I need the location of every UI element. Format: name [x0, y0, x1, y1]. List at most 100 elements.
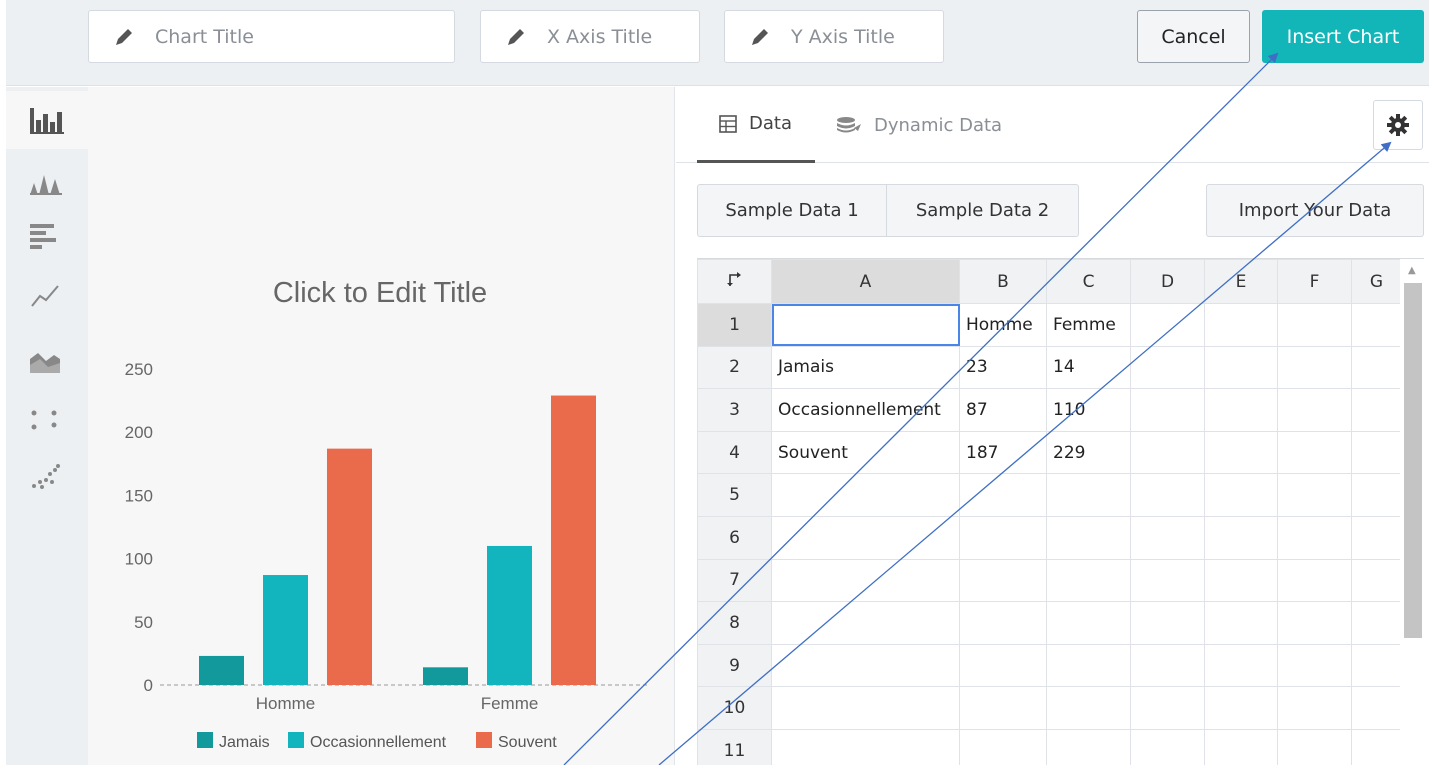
table-cell[interactable]	[1046, 686, 1131, 730]
table-cell[interactable]	[1130, 473, 1205, 517]
table-cell[interactable]	[771, 601, 960, 645]
table-cell[interactable]	[1204, 601, 1278, 645]
table-cell[interactable]	[1130, 728, 1205, 765]
table-cell[interactable]	[771, 558, 960, 603]
table-cell[interactable]: 87	[959, 388, 1047, 432]
table-cell[interactable]	[1204, 303, 1278, 347]
table-cell[interactable]: 187	[959, 430, 1047, 475]
table-cell[interactable]	[1130, 388, 1205, 432]
table-cell[interactable]	[1130, 558, 1205, 603]
table-cell[interactable]	[1277, 558, 1352, 603]
table-cell[interactable]	[959, 643, 1047, 688]
table-cell[interactable]	[771, 303, 960, 347]
table-cell[interactable]	[959, 728, 1047, 765]
vertical-scrollbar[interactable]: ▲	[1400, 259, 1424, 765]
table-cell[interactable]	[771, 728, 960, 765]
table-cell[interactable]	[1130, 686, 1205, 730]
table-cell[interactable]	[1277, 643, 1352, 688]
column-header-a[interactable]: A	[771, 259, 960, 304]
bar-occasionnellement-homme[interactable]	[263, 575, 308, 685]
table-cell[interactable]	[1277, 601, 1352, 645]
chart-title-field[interactable]	[88, 10, 455, 63]
table-cell[interactable]	[1351, 728, 1402, 765]
chart-title-input[interactable]	[155, 25, 365, 48]
table-cell[interactable]: Jamais	[771, 345, 960, 390]
column-header-g[interactable]: G	[1351, 259, 1402, 304]
transpose-corner[interactable]	[697, 259, 772, 304]
table-cell[interactable]: Souvent	[771, 430, 960, 475]
table-cell[interactable]	[959, 601, 1047, 645]
row-header[interactable]: 7	[697, 558, 772, 603]
chart-type-area[interactable]	[6, 333, 88, 391]
row-header[interactable]: 3	[697, 388, 772, 432]
x-axis-title-field[interactable]	[480, 10, 700, 63]
sample-data-2-button[interactable]: Sample Data 2	[886, 184, 1079, 237]
table-cell[interactable]	[1277, 303, 1352, 347]
table-cell[interactable]	[1277, 728, 1352, 765]
table-cell[interactable]	[1046, 473, 1131, 517]
column-header-e[interactable]: E	[1204, 259, 1278, 304]
tab-data[interactable]: Data	[697, 87, 815, 163]
bar-jamais-femme[interactable]	[423, 667, 468, 685]
table-cell[interactable]	[1204, 728, 1278, 765]
legend-label[interactable]: Souvent	[498, 734, 557, 751]
row-header[interactable]: 1	[697, 303, 772, 347]
bar-souvent-femme[interactable]	[551, 395, 596, 685]
table-cell[interactable]	[1204, 388, 1278, 432]
table-cell[interactable]	[1046, 643, 1131, 688]
y-axis-title-input[interactable]	[791, 25, 931, 48]
row-header[interactable]: 9	[697, 643, 772, 688]
table-cell[interactable]	[1130, 601, 1205, 645]
table-cell[interactable]	[1204, 686, 1278, 730]
table-cell[interactable]	[1277, 388, 1352, 432]
table-cell[interactable]	[1046, 515, 1131, 560]
table-cell[interactable]	[1351, 430, 1402, 475]
row-header[interactable]: 11	[697, 728, 772, 765]
sample-data-1-button[interactable]: Sample Data 1	[697, 184, 887, 237]
table-cell[interactable]	[771, 473, 960, 517]
scrollbar-thumb[interactable]	[1404, 283, 1422, 638]
settings-button[interactable]	[1373, 100, 1423, 150]
table-cell[interactable]	[959, 473, 1047, 517]
row-header[interactable]: 2	[697, 345, 772, 390]
insert-chart-button[interactable]: Insert Chart	[1262, 10, 1424, 63]
chart-type-triangle[interactable]	[6, 153, 88, 211]
y-axis-title-field[interactable]	[724, 10, 944, 63]
table-cell[interactable]	[1204, 515, 1278, 560]
table-cell[interactable]: 110	[1046, 388, 1131, 432]
chart-type-bubble[interactable]	[6, 447, 88, 505]
table-cell[interactable]	[1277, 686, 1352, 730]
bar-occasionnellement-femme[interactable]	[487, 545, 532, 685]
table-cell[interactable]	[1351, 388, 1402, 432]
table-cell[interactable]	[1130, 345, 1205, 390]
table-cell[interactable]	[1351, 303, 1402, 347]
tab-dynamic-data[interactable]: Dynamic Data	[836, 87, 1002, 163]
cancel-button[interactable]: Cancel	[1137, 10, 1250, 63]
x-axis-title-input[interactable]	[547, 25, 687, 48]
table-cell[interactable]	[1130, 430, 1205, 475]
table-cell[interactable]	[1204, 558, 1278, 603]
table-cell[interactable]: 23	[959, 345, 1047, 390]
scroll-up-arrow-icon[interactable]: ▲	[1408, 265, 1416, 276]
column-header-f[interactable]: F	[1277, 259, 1352, 304]
table-cell[interactable]	[959, 686, 1047, 730]
chart-type-horizontal-bar[interactable]	[6, 207, 88, 265]
table-cell[interactable]	[1130, 303, 1205, 347]
table-cell[interactable]	[771, 515, 960, 560]
spreadsheet[interactable]: ABCDEFG 1 Homme Femme 2 Jamais 23 14 3 Occasionn…	[697, 258, 1424, 765]
bar-jamais-homme[interactable]	[199, 655, 244, 685]
table-cell[interactable]	[1277, 430, 1352, 475]
table-cell[interactable]: Occasionnellement	[771, 388, 960, 432]
spreadsheet-grid[interactable]: ABCDEFG 1 Homme Femme 2 Jamais 23 14 3 Occasionn…	[697, 259, 1402, 765]
table-cell[interactable]	[1046, 558, 1131, 603]
table-cell[interactable]	[1204, 643, 1278, 688]
table-cell[interactable]: Femme	[1046, 303, 1131, 347]
table-cell[interactable]	[1277, 473, 1352, 517]
import-data-button[interactable]: Import Your Data	[1206, 184, 1424, 237]
table-cell[interactable]	[1130, 515, 1205, 560]
row-header[interactable]: 8	[697, 601, 772, 645]
table-cell[interactable]	[1351, 643, 1402, 688]
table-cell[interactable]: 229	[1046, 430, 1131, 475]
chart-type-bar[interactable]	[6, 91, 88, 149]
table-cell[interactable]	[1277, 515, 1352, 560]
